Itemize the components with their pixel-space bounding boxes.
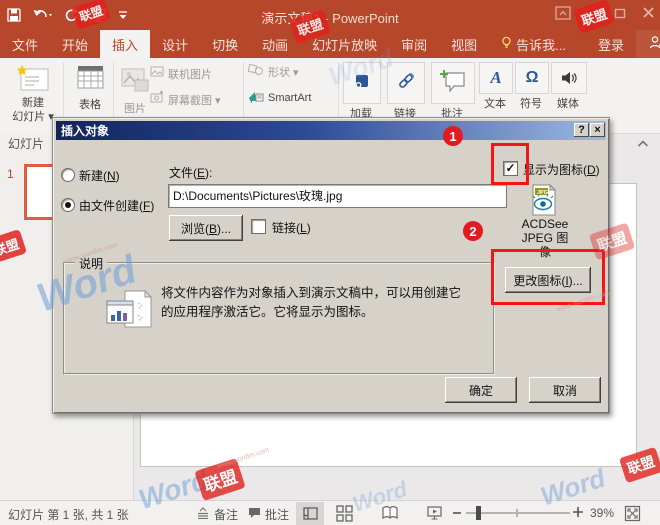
radio-create-from-file[interactable] — [61, 198, 75, 212]
text-box-button[interactable]: A 文本 — [479, 62, 513, 122]
zoom-slider-thumb[interactable] — [476, 506, 481, 520]
tab-file[interactable]: 文件 — [0, 30, 50, 58]
smartart-button[interactable]: SmartArt — [248, 90, 338, 106]
display-as-icon-label: 显示为图标(D) — [523, 163, 600, 177]
picture-icon — [121, 68, 149, 97]
normal-view-button[interactable] — [296, 502, 324, 525]
result-groupbox-label: 说明 — [75, 255, 108, 272]
link-checkbox[interactable] — [251, 219, 266, 234]
tab-design[interactable]: 设计 — [150, 30, 200, 58]
tab-home[interactable]: 开始 — [50, 30, 100, 58]
comments-status-button[interactable]: 批注 — [248, 506, 289, 523]
minimize-icon[interactable] — [585, 6, 599, 25]
browse-button[interactable]: 浏览(B)... — [169, 215, 243, 241]
tab-animations[interactable]: 动画 — [250, 30, 300, 58]
tab-view[interactable]: 视图 — [439, 30, 489, 58]
status-bar: 幻灯片 第 1 张, 共 1 张 备注 批注 39% — [0, 500, 660, 525]
zoom-out-icon[interactable] — [452, 507, 462, 522]
dialog-title: 插入对象 — [61, 124, 110, 138]
new-comment-icon — [440, 69, 466, 98]
step-1-highlight-box — [491, 143, 529, 185]
lightbulb-icon — [501, 36, 512, 52]
symbols-button[interactable]: Ω 符号 — [515, 62, 549, 122]
shapes-icon — [247, 63, 264, 81]
smartart-icon — [248, 89, 264, 108]
fit-slide-to-window-icon[interactable] — [624, 505, 641, 525]
reading-view-button[interactable] — [381, 505, 399, 524]
slide-thumbnail-number: 1 — [7, 167, 14, 181]
zoom-percentage[interactable]: 39% — [590, 506, 614, 520]
acdsee-jpeg-file-icon: JPG — [530, 183, 558, 219]
screenshot-icon — [150, 91, 164, 109]
shapes-button[interactable]: 形状 ▾ — [247, 63, 328, 81]
radio-create-new[interactable] — [61, 168, 75, 182]
slide-sorter-view-button[interactable] — [336, 505, 353, 525]
tab-insert[interactable]: 插入 — [100, 30, 151, 58]
link-chain-icon — [397, 72, 415, 95]
step-2-highlight-box — [491, 249, 605, 305]
slideshow-view-button[interactable] — [426, 505, 443, 524]
speaker-icon — [551, 62, 587, 94]
file-path-input[interactable]: D:\Documents\Pictures\玫瑰.jpg — [168, 184, 507, 208]
notes-button[interactable]: 备注 — [196, 506, 238, 523]
online-pictures-icon — [150, 65, 164, 83]
radio-create-new-label: 新建(N) — [79, 169, 120, 183]
window-controls — [555, 5, 656, 25]
share-person-icon — [648, 35, 660, 53]
tab-slideshow[interactable]: 幻灯片放映 — [300, 30, 389, 58]
zoom-slider-center-mark — [516, 509, 518, 517]
file-label: 文件(E): — [169, 166, 213, 180]
ok-button[interactable]: 确定 — [445, 377, 517, 403]
text-a-icon: A — [479, 62, 513, 94]
comment-bubble-icon — [248, 507, 261, 522]
tab-review[interactable]: 审阅 — [389, 30, 439, 58]
tab-sign-in[interactable]: 登录 — [586, 30, 636, 58]
collapse-ribbon-icon[interactable] — [636, 136, 650, 154]
radio-create-from-file-label: 由文件创建(F) — [79, 199, 155, 213]
table-icon — [77, 64, 104, 95]
ribbon-display-options-icon[interactable] — [555, 5, 571, 25]
cancel-button[interactable]: 取消 — [529, 377, 601, 403]
zoom-slider-track[interactable] — [466, 512, 570, 514]
restore-icon[interactable] — [613, 6, 627, 25]
online-pictures-button[interactable]: 联机图片 — [150, 66, 240, 82]
tab-share[interactable]: 共享 — [636, 30, 660, 58]
dialog-help-button[interactable]: ? — [574, 123, 589, 137]
powerpoint-window: 演示文稿1 - PowerPoint 文件 开始 插入 设计 切换 动画 幻灯片… — [0, 0, 660, 525]
close-icon[interactable] — [641, 5, 656, 25]
dialog-title-bar[interactable]: 插入对象 — [56, 121, 606, 140]
zoom-in-icon[interactable] — [572, 505, 584, 522]
addins-store-icon — [353, 72, 371, 95]
notes-icon — [196, 507, 210, 522]
step-1-badge: 1 — [443, 126, 463, 146]
embed-object-icon — [105, 289, 153, 336]
slides-panel-header[interactable]: 幻灯片 — [8, 135, 44, 152]
result-description: 将文件内容作为对象插入到演示文稿中，可以用创建它的应用程序激活它。它将显示为图标… — [161, 286, 462, 319]
slide-counter: 幻灯片 第 1 张, 共 1 张 — [8, 508, 129, 522]
tab-transitions[interactable]: 切换 — [200, 30, 250, 58]
tab-tell-me[interactable]: 告诉我... — [489, 30, 578, 58]
link-checkbox-label: 链接(L) — [272, 221, 311, 235]
step-2-badge: 2 — [463, 221, 483, 241]
dialog-close-button[interactable]: × — [590, 123, 605, 137]
media-button[interactable]: 媒体 — [551, 62, 587, 122]
ribbon-tab-row: 文件 开始 插入 设计 切换 动画 幻灯片放映 审阅 视图 告诉我... 登录 … — [0, 30, 660, 58]
omega-icon: Ω — [515, 62, 549, 94]
screenshot-button[interactable]: 屏幕截图 ▾ — [150, 91, 240, 109]
